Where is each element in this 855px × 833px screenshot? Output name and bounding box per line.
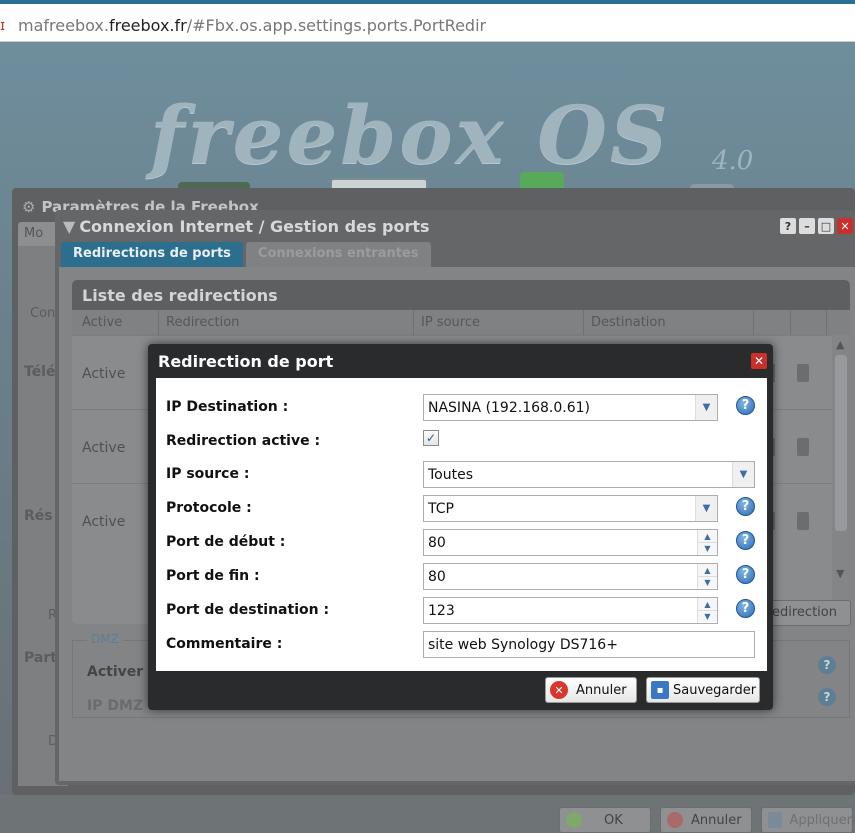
lock-icon: ɪ bbox=[0, 18, 6, 34]
close-icon[interactable]: ✕ bbox=[837, 218, 853, 234]
row-redirection-active: Redirection active : ✓ bbox=[156, 424, 767, 454]
dialog-cancel-button[interactable]: ✕ Annuler bbox=[545, 677, 637, 703]
spin-up-icon[interactable]: ▲ bbox=[698, 530, 717, 542]
protocol-label: Protocole : bbox=[166, 500, 252, 516]
row-ip-destination: IP Destination : NASINA (192.168.0.61) ▼… bbox=[156, 390, 767, 421]
port-start-stepper[interactable]: 80 ▲ ▼ bbox=[423, 529, 718, 556]
checkbox-check-icon: ✓ bbox=[425, 431, 437, 445]
ip-destination-select[interactable]: NASINA (192.168.0.61) ▼ bbox=[423, 394, 718, 421]
dmz-activate-label: Activer l bbox=[87, 664, 153, 680]
dropdown-arrow-icon[interactable]: ▼ bbox=[695, 496, 717, 521]
side-label: Part bbox=[24, 650, 57, 666]
dropdown-arrow-icon[interactable]: ▼ bbox=[732, 462, 754, 487]
add-redirection-button[interactable]: edirection bbox=[765, 600, 851, 626]
ports-window-title: ▼ Connexion Internet / Gestion des ports bbox=[63, 217, 430, 236]
protocol-select[interactable]: TCP ▼ bbox=[423, 495, 718, 522]
tab-port-redirections[interactable]: Redirections de ports bbox=[61, 242, 243, 267]
scrollbar-thumb[interactable] bbox=[835, 355, 847, 531]
cancel-icon bbox=[667, 812, 683, 828]
cancel-button[interactable]: Annuler bbox=[660, 807, 752, 833]
help-icon[interactable]: ? bbox=[780, 218, 796, 234]
ok-button[interactable]: OK bbox=[559, 807, 651, 833]
dialog-save-button[interactable]: ▪ Sauvegarder bbox=[646, 677, 760, 703]
row-ip-source: IP source : Toutes ▼ bbox=[156, 457, 767, 488]
help-icon[interactable]: ? bbox=[736, 531, 755, 550]
help-icon[interactable]: ? bbox=[736, 565, 755, 584]
column-destination[interactable]: Destination bbox=[591, 315, 666, 330]
spinner[interactable]: ▲ ▼ bbox=[697, 530, 717, 555]
spin-down-icon[interactable]: ▼ bbox=[698, 542, 717, 554]
side-label: Télé bbox=[24, 364, 56, 380]
logo-version: 4.0 bbox=[712, 146, 754, 176]
help-icon[interactable]: ? bbox=[736, 497, 755, 516]
row-port-destination: Port de destination : 123 ▲ ▼ ? bbox=[156, 593, 767, 624]
save-icon bbox=[768, 812, 782, 828]
dialog-form: IP Destination : NASINA (192.168.0.61) ▼… bbox=[156, 378, 767, 671]
spinner[interactable]: ▲ ▼ bbox=[697, 564, 717, 589]
help-icon[interactable]: ? bbox=[736, 599, 755, 618]
port-start-label: Port de début : bbox=[166, 534, 286, 550]
spin-up-icon[interactable]: ▲ bbox=[698, 564, 717, 576]
spin-up-icon[interactable]: ▲ bbox=[698, 598, 717, 610]
ip-source-label: IP source : bbox=[166, 466, 250, 482]
ports-tabs: Redirections de ports Connexions entrant… bbox=[61, 242, 431, 267]
row-active-status: Active bbox=[82, 514, 126, 530]
ip-destination-label: IP Destination : bbox=[166, 399, 289, 415]
close-icon[interactable]: ✕ bbox=[751, 353, 767, 369]
redirections-columns: Active Redirection IP source Destination bbox=[72, 310, 850, 335]
ip-source-select[interactable]: Toutes ▼ bbox=[423, 461, 755, 488]
port-destination-label: Port de destination : bbox=[166, 602, 330, 618]
cancel-icon: ✕ bbox=[550, 681, 568, 699]
scroll-down-icon[interactable]: ▼ bbox=[836, 567, 844, 580]
dialog-title: Redirection de port bbox=[158, 352, 334, 371]
port-end-label: Port de fin : bbox=[166, 568, 260, 584]
column-active[interactable]: Active bbox=[82, 315, 122, 330]
row-comment: Commentaire : site web Synology DS716+ bbox=[156, 627, 767, 658]
trash-icon[interactable] bbox=[797, 364, 809, 382]
redirection-active-label: Redirection active : bbox=[166, 433, 321, 449]
save-icon: ▪ bbox=[651, 681, 669, 699]
maximize-icon[interactable]: □ bbox=[818, 218, 834, 234]
browser-url-bar[interactable]: ɪ mafreebox.freebox.fr/#Fbx.os.app.setti… bbox=[0, 0, 855, 42]
column-ip-source[interactable]: IP source bbox=[421, 315, 480, 330]
row-port-end: Port de fin : 80 ▲ ▼ ? bbox=[156, 559, 767, 590]
redirection-active-checkbox[interactable]: ✓ bbox=[423, 430, 439, 446]
list-scrollbar[interactable]: ▲ ▼ bbox=[832, 335, 850, 624]
spinner[interactable]: ▲ ▼ bbox=[697, 598, 717, 623]
trash-icon[interactable] bbox=[797, 438, 809, 456]
dmz-ip-label: IP DMZ bbox=[87, 698, 144, 714]
help-icon[interactable]: ? bbox=[818, 656, 836, 674]
comment-input[interactable]: site web Synology DS716+ bbox=[423, 631, 755, 658]
spin-down-icon[interactable]: ▼ bbox=[698, 576, 717, 588]
gear-icon: ⚙ bbox=[22, 198, 36, 216]
port-end-stepper[interactable]: 80 ▲ ▼ bbox=[423, 563, 718, 590]
minimize-icon[interactable]: – bbox=[799, 218, 815, 234]
column-redirection[interactable]: Redirection bbox=[166, 315, 239, 330]
side-label: Rés bbox=[24, 508, 53, 524]
dmz-legend: DMZ bbox=[87, 632, 123, 646]
freebox-os-logo: freebox OS bbox=[150, 88, 671, 182]
trash-icon[interactable] bbox=[797, 512, 809, 530]
ok-icon bbox=[566, 812, 582, 828]
spin-down-icon[interactable]: ▼ bbox=[698, 610, 717, 622]
apply-button[interactable]: Appliquer bbox=[761, 807, 853, 833]
scroll-up-icon[interactable]: ▲ bbox=[836, 338, 844, 351]
side-label: Con bbox=[30, 306, 56, 321]
redirections-list-header: Liste des redirections bbox=[72, 280, 850, 310]
window-icon: ▼ bbox=[63, 217, 76, 236]
help-icon[interactable]: ? bbox=[736, 396, 755, 415]
comment-label: Commentaire : bbox=[166, 636, 283, 652]
window-controls: ? – □ ✕ bbox=[780, 218, 853, 234]
port-destination-stepper[interactable]: 123 ▲ ▼ bbox=[423, 597, 718, 624]
url-text[interactable]: mafreebox.freebox.fr/#Fbx.os.app.setting… bbox=[18, 16, 486, 35]
row-protocol: Protocole : TCP ▼ ? bbox=[156, 491, 767, 522]
row-port-start: Port de début : 80 ▲ ▼ ? bbox=[156, 525, 767, 556]
row-active-status: Active bbox=[82, 366, 126, 382]
tab-incoming-connections[interactable]: Connexions entrantes bbox=[245, 242, 431, 267]
help-icon[interactable]: ? bbox=[818, 688, 836, 706]
port-redirection-dialog: Redirection de port ✕ IP Destination : N… bbox=[148, 344, 773, 710]
row-active-status: Active bbox=[82, 440, 126, 456]
dropdown-arrow-icon[interactable]: ▼ bbox=[695, 395, 717, 420]
